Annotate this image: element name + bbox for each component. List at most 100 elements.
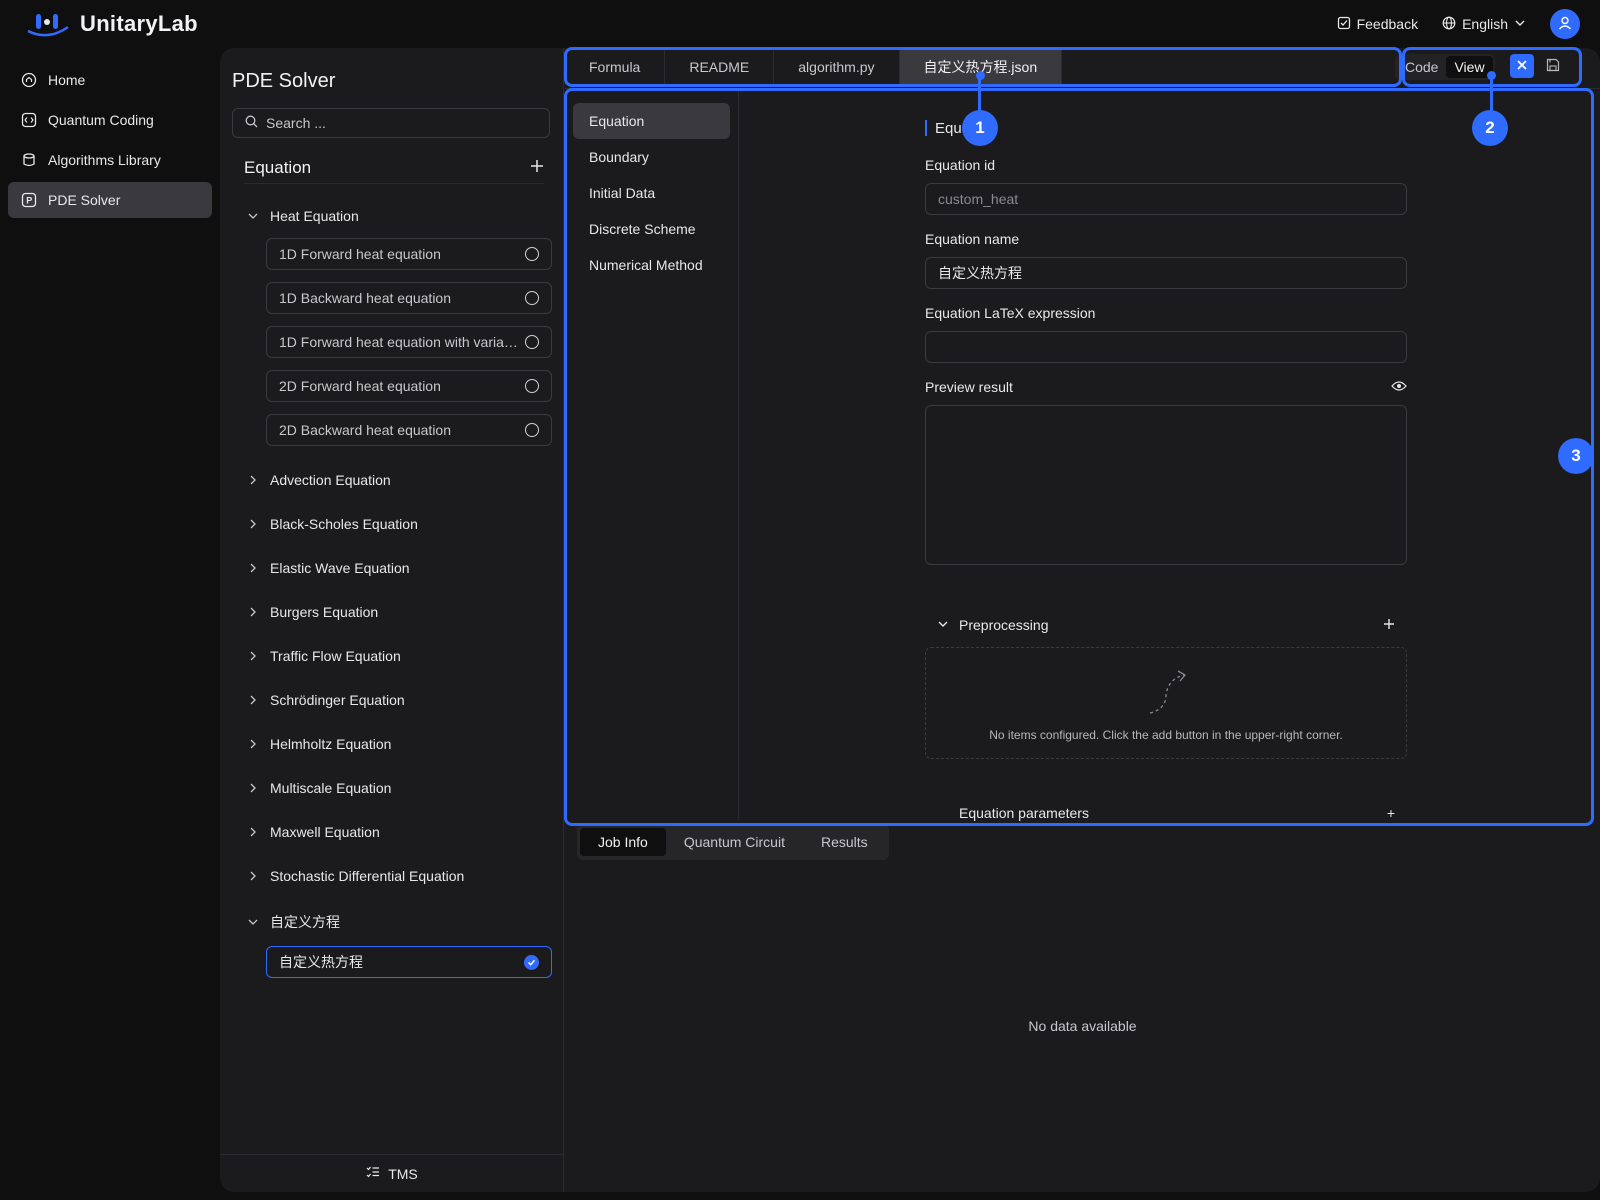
group-traffic-flow[interactable]: Traffic Flow Equation — [244, 634, 554, 678]
tab-readme[interactable]: README — [665, 48, 775, 86]
user-icon — [1557, 15, 1573, 34]
radio-icon[interactable] — [525, 247, 539, 261]
tab-job-info[interactable]: Job Info — [580, 828, 666, 856]
nav-item-algorithms-library[interactable]: Algorithms Library — [8, 142, 212, 178]
group-advection[interactable]: Advection Equation — [244, 458, 554, 502]
preprocessing-label: Preprocessing — [959, 617, 1049, 633]
group-black-scholes[interactable]: Black-Scholes Equation — [244, 502, 554, 546]
subnav-equation[interactable]: Equation — [573, 103, 730, 139]
app-logo[interactable]: UnitaryLab — [24, 10, 198, 38]
subnav-discrete-scheme[interactable]: Discrete Scheme — [573, 211, 730, 247]
tab-quantum-circuit[interactable]: Quantum Circuit — [666, 828, 803, 856]
radio-icon[interactable] — [525, 423, 539, 437]
equation-item[interactable]: 1D Forward heat equation — [266, 238, 552, 270]
tms-footer[interactable]: TMS — [220, 1154, 564, 1192]
preview-label-text: Preview result — [925, 379, 1013, 395]
check-icon[interactable] — [524, 954, 539, 970]
group-helmholtz[interactable]: Helmholtz Equation — [244, 722, 554, 766]
preview-box — [925, 405, 1407, 565]
add-icon[interactable] — [1383, 617, 1395, 633]
tab-algorithm-py[interactable]: algorithm.py — [774, 48, 900, 86]
app-name: UnitaryLab — [80, 11, 198, 36]
nav-item-home[interactable]: Home — [8, 62, 212, 98]
view-mode-button[interactable]: View — [1446, 56, 1493, 78]
group-elastic-wave[interactable]: Elastic Wave Equation — [244, 546, 554, 590]
group-label: Elastic Wave Equation — [270, 560, 410, 576]
equation-item-label: 1D Forward heat equation with variable c… — [279, 334, 519, 350]
section-marker — [925, 120, 927, 136]
search-box[interactable] — [232, 108, 550, 138]
group-stochastic[interactable]: Stochastic Differential Equation — [244, 854, 554, 898]
equation-id-field[interactable]: custom_heat — [925, 183, 1407, 215]
radio-icon[interactable] — [525, 379, 539, 393]
latex-label-text: Equation LaTeX expression — [925, 305, 1096, 321]
globe-icon — [1442, 16, 1456, 33]
group-custom[interactable]: 自定义方程 — [244, 898, 554, 946]
radio-icon[interactable] — [525, 335, 539, 349]
home-icon — [20, 71, 38, 89]
equation-item[interactable]: 1D Forward heat equation with variable c… — [266, 326, 552, 358]
equation-item[interactable]: 2D Backward heat equation — [266, 414, 552, 446]
view-mode-toggle: Code View — [1395, 54, 1495, 80]
tab-results[interactable]: Results — [803, 828, 886, 856]
editor-content: Equation Boundary Initial Data Discrete … — [565, 88, 1600, 858]
annotation-marker-3: 3 — [1558, 438, 1594, 474]
nav-item-pde-solver[interactable]: P PDE Solver — [8, 182, 212, 218]
add-equation-icon[interactable] — [530, 159, 544, 176]
result-tabs: Job Info Quantum Circuit Results — [577, 824, 889, 860]
equation-item-selected[interactable]: 自定义热方程 — [266, 946, 552, 978]
group-maxwell[interactable]: Maxwell Equation — [244, 810, 554, 854]
user-avatar[interactable] — [1550, 9, 1580, 39]
search-input[interactable] — [266, 115, 536, 131]
results-panel: Job Info Quantum Circuit Results No data… — [565, 818, 1600, 1192]
chevron-right-icon — [246, 693, 260, 707]
latex-field[interactable] — [925, 331, 1407, 363]
annotation-line-2 — [1490, 76, 1493, 112]
tab-formula[interactable]: Formula — [565, 48, 666, 86]
tms-label: TMS — [388, 1165, 418, 1182]
chevron-right-icon — [246, 869, 260, 883]
preprocessing-header[interactable]: Preprocessing — [925, 611, 1407, 639]
equation-id-label: Equation id — [925, 155, 1407, 175]
eye-icon[interactable] — [1391, 379, 1407, 395]
equation-item[interactable]: 2D Forward heat equation — [266, 370, 552, 402]
close-button[interactable] — [1510, 54, 1534, 78]
workspace-card: PDE Solver Equation Heat Equation 1D For… — [220, 48, 1600, 1192]
nav-item-quantum-coding[interactable]: Quantum Coding — [8, 102, 212, 138]
save-button[interactable] — [1543, 56, 1563, 76]
subnav-initial-data[interactable]: Initial Data — [573, 175, 730, 211]
subnav-numerical-method[interactable]: Numerical Method — [573, 247, 730, 283]
equation-name-field[interactable]: 自定义热方程 — [925, 257, 1407, 289]
nav-label-quantum-coding: Quantum Coding — [48, 112, 154, 128]
feedback-icon — [1337, 16, 1351, 33]
tasks-icon — [366, 1165, 380, 1182]
subnav-boundary[interactable]: Boundary — [573, 139, 730, 175]
group-label: Advection Equation — [270, 472, 391, 488]
group-burgers[interactable]: Burgers Equation — [244, 590, 554, 634]
equation-item-label: 自定义热方程 — [279, 954, 363, 970]
group-label: Helmholtz Equation — [270, 736, 392, 752]
language-select[interactable]: English — [1442, 16, 1526, 33]
equation-item-label: 2D Backward heat equation — [279, 422, 451, 438]
library-icon — [20, 151, 38, 169]
empty-message: No items configured. Click the add butto… — [989, 728, 1343, 742]
group-label: Stochastic Differential Equation — [270, 868, 465, 884]
svg-text:P: P — [26, 196, 32, 206]
group-schrodinger[interactable]: Schrödinger Equation — [244, 678, 554, 722]
feedback-link[interactable]: Feedback — [1337, 16, 1418, 33]
equation-item-label: 1D Backward heat equation — [279, 290, 451, 306]
equation-id-label-text: Equation id — [925, 157, 996, 173]
panel-title: PDE Solver — [232, 70, 336, 92]
group-label: Black-Scholes Equation — [270, 516, 418, 532]
chevron-right-icon — [246, 781, 260, 795]
pde-icon: P — [20, 191, 38, 209]
equation-item[interactable]: 1D Backward heat equation — [266, 282, 552, 314]
code-mode-button[interactable]: Code — [1397, 56, 1446, 78]
logo-icon — [24, 11, 72, 37]
equation-panel: PDE Solver Equation Heat Equation 1D For… — [220, 48, 564, 1192]
group-multiscale[interactable]: Multiscale Equation — [244, 766, 554, 810]
group-heat-equation[interactable]: Heat Equation — [244, 194, 554, 238]
radio-icon[interactable] — [525, 291, 539, 305]
code-icon — [20, 111, 38, 129]
preview-label: Preview result — [925, 377, 1407, 397]
